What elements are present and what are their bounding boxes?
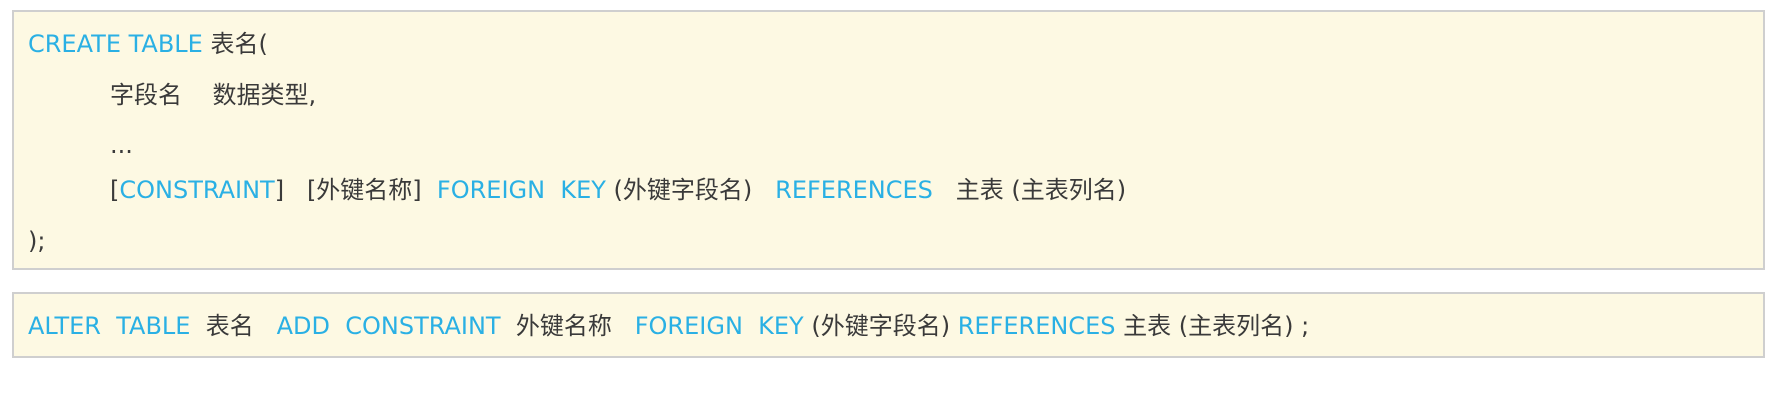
alter-foreign-key-name-text: 外键名称 [500,312,635,340]
alter-line: ALTER TABLE 表名 ADD CONSTRAINT 外键名称 FOREI… [28,311,1309,341]
foreign-key-name-text: ] [外键名称] [274,176,437,204]
alter-table-code-block: ALTER TABLE 表名 ADD CONSTRAINT 外键名称 FOREI… [12,292,1765,358]
create-table-code-block: CREATE TABLE 表名( 字段名 数据类型, ... [CONSTRAI… [12,10,1765,270]
alter-master-table-text: 主表 (主表列名) ; [1115,312,1310,340]
master-table-text: 主表 (主表列名) [932,176,1127,204]
add-constraint-keyword: ADD CONSTRAINT [276,312,501,340]
create-line-1: CREATE TABLE 表名( [28,29,268,59]
references-keyword: REFERENCES [775,176,933,204]
closing-paren-text: ); [28,227,46,255]
alter-foreign-key-keyword: FOREIGN KEY [634,312,804,340]
create-line-5: ); [28,226,45,256]
constraint-keyword: CONSTRAINT [119,176,275,204]
field-definition-text: 字段名 数据类型, [110,81,317,109]
alter-table-keyword: ALTER TABLE [28,312,191,340]
foreign-key-keyword: FOREIGN KEY [436,176,606,204]
bracket-open-text: [ [110,176,120,204]
alter-references-keyword: REFERENCES [957,312,1116,340]
table-name-text: 表名( [202,30,268,58]
alter-table-name-text: 表名 [190,312,277,340]
create-line-4: [CONSTRAINT] [外键名称] FOREIGN KEY (外键字段名) … [110,175,1126,205]
alter-foreign-key-field-text: (外键字段名) [803,312,958,340]
create-line-2: 字段名 数据类型, [110,80,316,110]
create-table-keyword: CREATE TABLE [28,30,203,58]
create-line-3: ... [110,130,133,160]
ellipsis-text: ... [110,131,133,159]
foreign-key-field-text: (外键字段名) [605,176,776,204]
